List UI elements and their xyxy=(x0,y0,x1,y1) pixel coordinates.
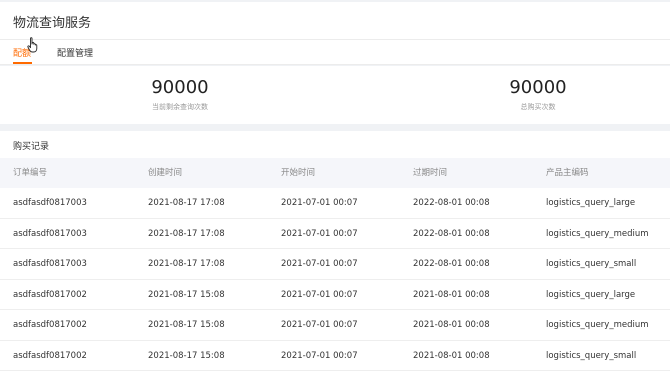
total-purchased-stat: 90000 总购买次数 xyxy=(438,66,638,112)
cell-created: 2021-08-17 17:08 xyxy=(148,228,225,239)
cell-start: 2021-07-01 00:07 xyxy=(281,350,358,361)
cell-expire: 2022-08-01 00:08 xyxy=(413,228,490,239)
remaining-queries-label: 当前剩余查询次数 xyxy=(152,103,208,111)
purchase-records-panel: 购买记录 订单编号 创建时间 开始时间 过期时间 产品主编码 asdfasdf0… xyxy=(0,131,670,378)
cell-expire: 2021-08-01 00:08 xyxy=(413,289,490,300)
cell-order-id: asdfasdf0817002 xyxy=(13,289,87,300)
cell-expire: 2022-08-01 00:08 xyxy=(413,198,490,208)
page-title: 物流查询服务 xyxy=(13,16,92,31)
cell-created: 2021-08-17 15:08 xyxy=(148,289,225,300)
cell-order-id: asdfasdf0817002 xyxy=(13,350,87,361)
column-header-order-id: 订单编号 xyxy=(13,168,48,178)
cell-expire: 2021-08-01 00:08 xyxy=(413,320,490,330)
page-header: 物流查询服务 xyxy=(0,2,670,40)
table-row: asdfasdf0817003 2021-08-17 17:08 2021-07… xyxy=(0,249,670,280)
cell-start: 2021-07-01 00:07 xyxy=(281,320,358,330)
active-tab-indicator xyxy=(13,62,32,64)
cell-product-code: logistics_query_small xyxy=(546,259,637,269)
remaining-queries-stat: 90000 当前剩余查询次数 xyxy=(80,66,280,112)
cell-start: 2021-07-01 00:07 xyxy=(281,289,358,300)
cell-created: 2021-08-17 15:08 xyxy=(148,350,225,361)
cell-created: 2021-08-17 15:08 xyxy=(148,320,225,330)
tab-bar: 配额 配置管理 xyxy=(0,40,670,65)
cell-order-id: asdfasdf0817002 xyxy=(13,320,87,330)
cell-start: 2021-07-01 00:07 xyxy=(281,198,358,208)
table-row: asdfasdf0817003 2021-08-17 17:08 2021-07… xyxy=(0,188,670,219)
column-header-created: 创建时间 xyxy=(148,168,183,178)
cell-product-code: logistics_query_medium xyxy=(546,228,649,239)
hand-pointer-icon xyxy=(27,37,38,53)
column-header-start: 开始时间 xyxy=(281,168,316,178)
section-title: 购买记录 xyxy=(13,142,50,152)
cell-product-code: logistics_query_large xyxy=(546,198,636,208)
column-header-product-code: 产品主编码 xyxy=(546,168,589,178)
cell-order-id: asdfasdf0817003 xyxy=(13,198,87,208)
cell-product-code: logistics_query_large xyxy=(546,289,636,300)
cell-expire: 2021-08-01 00:08 xyxy=(413,350,490,361)
table-row: asdfasdf0817002 2021-08-17 15:08 2021-07… xyxy=(0,280,670,310)
records-table: 订单编号 创建时间 开始时间 过期时间 产品主编码 asdfasdf081700… xyxy=(0,158,670,371)
table-row: asdfasdf0817002 2021-08-17 15:08 2021-07… xyxy=(0,310,670,341)
total-purchased-value: 90000 xyxy=(509,77,567,98)
cell-start: 2021-07-01 00:07 xyxy=(281,259,358,269)
cell-created: 2021-08-17 17:08 xyxy=(148,259,225,269)
tab-config-management[interactable]: 配置管理 xyxy=(57,46,93,59)
remaining-queries-value: 90000 xyxy=(151,77,209,98)
total-purchased-label: 总购买次数 xyxy=(520,103,556,111)
column-header-expire: 过期时间 xyxy=(413,168,448,178)
table-row: asdfasdf0817003 2021-08-17 17:08 2021-07… xyxy=(0,219,670,249)
cell-order-id: asdfasdf0817003 xyxy=(13,228,87,239)
cell-product-code: logistics_query_small xyxy=(546,350,637,361)
table-row: asdfasdf0817002 2021-08-17 15:08 2021-07… xyxy=(0,341,670,371)
cell-expire: 2022-08-01 00:08 xyxy=(413,259,490,269)
quota-stats: 90000 当前剩余查询次数 90000 总购买次数 xyxy=(0,66,670,124)
cell-created: 2021-08-17 17:08 xyxy=(148,198,225,208)
table-header: 订单编号 创建时间 开始时间 过期时间 产品主编码 xyxy=(0,158,670,188)
cell-product-code: logistics_query_medium xyxy=(546,320,649,330)
cell-start: 2021-07-01 00:07 xyxy=(281,228,358,239)
cell-order-id: asdfasdf0817003 xyxy=(13,259,87,269)
